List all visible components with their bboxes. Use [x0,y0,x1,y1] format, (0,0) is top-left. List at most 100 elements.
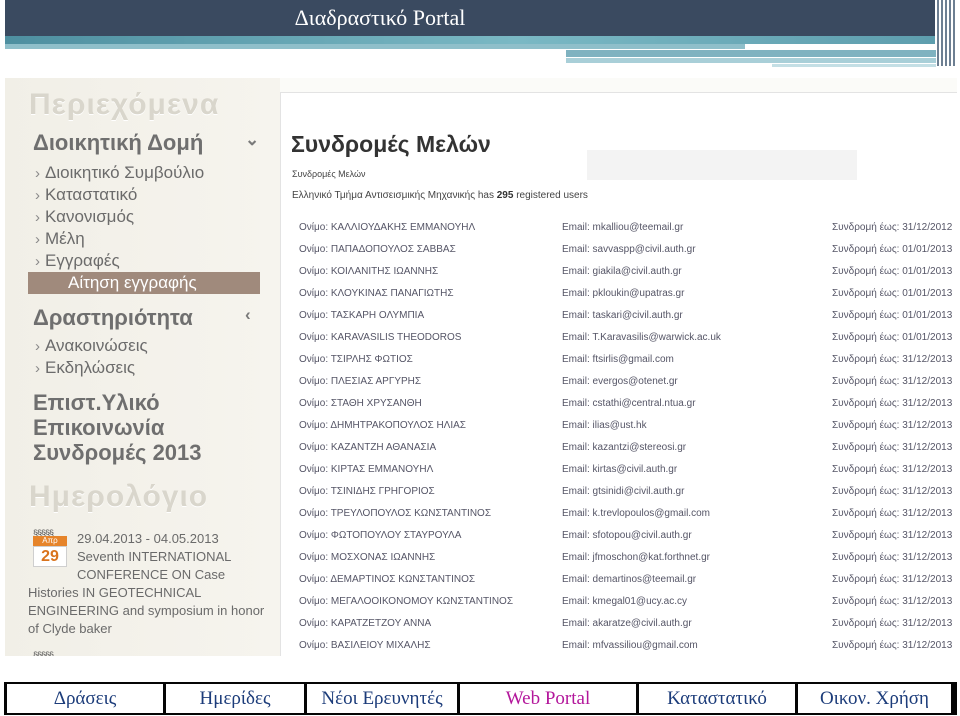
chevron-right-icon: › [35,165,40,182]
list-item: Ονίμο: ΔΗΜΗΤΡΑΚΟΠΟΥΛΟΣ ΗΛΙΑΣ Email: ilias… [299,419,953,441]
sidebar-item-registrations[interactable]: › Εγγραφές [35,251,120,271]
member-email[interactable]: Email: demartinos@teemail.gr [562,573,696,587]
list-item: Ονίμο: ΒΑΣΙΛΕΙΟΥ ΜΙΧΑΛΗΣ Email: mfvassili… [299,639,953,656]
list-item: Ονίμο: ΜΟΣΧΟΝΑΣ ΙΩΑΝΝΗΣ Email: jfmoschon@… [299,551,953,573]
member-email[interactable]: Email: gtsinidi@civil.auth.gr [562,485,684,499]
member-email[interactable]: Email: giakila@civil.auth.gr [562,265,682,279]
member-subscription: Συνδρομή έως: 31/12/2013 [832,552,953,563]
sidebar-section-subscriptions[interactable]: Συνδρομές 2013 [33,440,202,466]
nav-tab-web-portal[interactable]: Web Portal [460,684,636,713]
nav-tab-young-researchers[interactable]: Νέοι Ερευνητές [307,684,457,713]
slide-header: Διαδραστικό Portal [0,0,960,70]
member-email[interactable]: Email: taskari@civil.auth.gr [562,309,683,323]
member-subscription: Συνδρομή έως: 31/12/2013 [832,618,953,629]
member-name: Ονίμο: ΠΛΕΣΙΑΣ ΑΡΓΥΡΗΣ [299,376,422,387]
member-name: Ονίμο: ΚΑΡΑΤΖΕΤΖΟΥ ΑΝΝΑ [299,618,432,629]
sidebar-item-application-active[interactable]: Αίτηση εγγραφής [28,272,260,294]
sidebar-item-statute[interactable]: › Καταστατικό [35,185,137,205]
member-subscription: Συνδρομή έως: 31/12/2013 [832,596,953,607]
event-text[interactable]: CONFERENCE ON Case [77,567,225,582]
member-email[interactable]: Email: ilias@ust.hk [562,419,647,433]
sidebar-section-communication[interactable]: Επικοινωνία [33,415,164,441]
sidebar-item-label: Εγγραφές [45,251,120,270]
contents-heading: Περιεχόμενα [29,88,220,121]
chevron-left-icon: ‹ [245,305,251,324]
member-email[interactable]: Email: evergos@otenet.gr [562,375,678,389]
chevron-down-icon: ⌄ [245,130,260,149]
member-subscription: Συνδρομή έως: 31/12/2013 [832,376,953,387]
member-subscription: Συνδρομή έως: 31/12/2013 [832,420,953,431]
sidebar-item-label: Εκδηλώσεις [45,358,136,377]
main-content: Συνδρομές Μελών Συνδρομές Μελών Ελληνικό… [280,92,957,656]
sidebar-section-label: Διοικητική Δομή [33,130,204,155]
sidebar-item-members[interactable]: › Μέλη [35,229,85,249]
header-stripe [5,36,935,44]
member-subscription: Συνδρομή έως: 31/12/2013 [832,640,953,651]
list-item: Ονίμο: ΠΛΕΣΙΑΣ ΑΡΓΥΡΗΣ Email: evergos@ote… [299,375,953,397]
member-email[interactable]: Email: sfotopou@civil.auth.gr [562,529,692,543]
member-email[interactable]: Email: kirtas@civil.auth.gr [562,463,677,477]
member-email[interactable]: Email: kmegal01@ucy.ac.cy [562,595,687,609]
search-box[interactable] [587,150,857,180]
list-item: Ονίμο: ΤΣΙΡΛΗΣ ΦΩΤΙΟΣ Email: ftsirlis@gma… [299,353,953,375]
member-subscription: Συνδρομή έως: 31/12/2013 [832,354,953,365]
member-name: Ονίμο: ΠΑΠΑΔΟΠΟΥΛΟΣ ΣΑΒΒΑΣ [299,244,456,255]
member-name: Ονίμο: KARAVASILIS THEODOROS [299,332,462,343]
list-item: Ονίμο: KARAVASILIS THEODOROS Email: T.Kar… [299,331,952,353]
nav-tab-workshops[interactable]: Ημερίδες [166,684,304,713]
chevron-right-icon: › [35,231,40,248]
event-text[interactable]: Seventh INTERNATIONAL [77,549,231,564]
member-email[interactable]: Email: pkloukin@upatras.gr [562,287,684,301]
member-email[interactable]: Email: mfvassiliou@gmail.com [562,639,698,653]
sidebar-item-label: Κανονισμός [45,207,135,226]
event-text[interactable]: Histories IN GEOTECHNICAL [28,585,201,600]
member-email[interactable]: Email: cstathi@central.ntua.gr [562,397,696,411]
member-name: Ονίμο: ΣΤΑΘΗ ΧΡΥΣΑΝΘΗ [299,398,422,409]
list-item: Ονίμο: ΤΡΕΥΛΟΠΟΥΛΟΣ ΚΩΝΣΤΑΝΤΙΝΟΣ Email: k… [299,507,952,529]
event-text[interactable]: ENGINEERING and symposium in honor [28,603,264,618]
member-name: Ονίμο: ΤΑΣΚΑΡΗ ΟΛΥΜΠΙΑ [299,310,425,321]
event-text[interactable]: of Clyde baker [28,621,112,636]
member-email[interactable]: Email: k.trevlopoulos@gmail.com [562,507,710,521]
member-email[interactable]: Email: ftsirlis@gmail.com [562,353,674,367]
member-name: Ονίμο: ΦΩΤΟΠΟΥΛΟΥ ΣΤΑΥΡΟΥΛΑ [299,530,462,541]
member-email[interactable]: Email: savvaspp@civil.auth.gr [562,243,696,257]
sidebar-item-regulation[interactable]: › Κανονισμός [35,207,134,227]
sidebar-item-label: Διοικητικό Συμβούλιο [45,163,205,182]
member-name: Ονίμο: ΚΑΖΑΝΤΖΗ ΑΘΑΝΑΣΙΑ [299,442,437,453]
member-email[interactable]: Email: kazantzi@stereosi.gr [562,441,686,455]
nav-tab-statute[interactable]: Καταστατικό [639,684,795,713]
sidebar-item-announcements[interactable]: › Ανακοινώσεις [35,336,148,356]
calendar-month: Απρ [33,536,67,546]
member-email[interactable]: Email: mkalliou@teemail.gr [562,221,683,235]
sidebar-item-board[interactable]: › Διοικητικό Συμβούλιο [35,163,204,183]
member-email[interactable]: Email: akaratze@civil.auth.gr [562,617,692,631]
nav-tab-actions[interactable]: Δράσεις [7,684,163,713]
list-item: Ονίμο: ΚΙΡΤΑΣ ΕΜΜΑΝΟΥΗΛ Email: kirtas@civ… [299,463,953,485]
member-name: Ονίμο: ΚΙΡΤΑΣ ΕΜΜΑΝΟΥΗΛ [299,464,434,475]
member-email[interactable]: Email: T.Karavasilis@warwick.ac.uk [562,331,721,345]
member-email[interactable]: Email: jfmoschon@kat.forthnet.gr [562,551,710,565]
event-date[interactable]: 29.04.2013 - 04.05.2013 [77,531,219,546]
breadcrumb[interactable]: Συνδρομές Μελών [292,169,366,179]
list-item: Ονίμο: ΣΤΑΘΗ ΧΡΥΣΑΝΘΗ Email: cstathi@cent… [299,397,952,419]
member-name: Ονίμο: ΔΗΜΗΤΡΑΚΟΠΟΥΛΟΣ ΗΛΙΑΣ [299,420,466,431]
sidebar-section-activity[interactable]: Δραστηριότητα ‹ [33,305,251,331]
sidebar-section-admin[interactable]: Διοικητική Δομή ⌄ [33,130,259,156]
sidebar-item-label: Μέλη [45,229,85,248]
member-subscription: Συνδρομή έως: 31/12/2013 [832,530,953,541]
member-name: Ονίμο: ΚΑΛΛΙΟΥΔΑΚΗΣ ΕΜΜΑΝΟΥΗΛ [299,222,476,233]
list-item: Ονίμο: ΤΑΣΚΑΡΗ ΟΛΥΜΠΙΑ Email: taskari@civ… [299,309,952,331]
nav-tab-financial-year[interactable]: Οικον. Χρήση [798,684,951,713]
sidebar-item-events[interactable]: › Εκδηλώσεις [35,358,135,378]
list-item: Ονίμο: ΠΑΠΑΔΟΠΟΥΛΟΣ ΣΑΒΒΑΣ Email: savvasp… [299,243,952,265]
calendar-day: 29 [33,546,67,567]
member-name: Ονίμο: ΔΕΜΑΡΤΙΝΟΣ ΚΩΝΣΤΑΝΤΙΝΟΣ [299,574,476,585]
sidebar-section-material[interactable]: Επιστ.Υλικό [33,390,160,416]
chevron-right-icon: › [35,187,40,204]
list-item: Ονίμο: ΚΑΛΛΙΟΥΔΑΚΗΣ ΕΜΜΑΝΟΥΗΛ Email: mkal… [299,221,952,243]
member-name: Ονίμο: ΚΛΟΥΚΙΝΑΣ ΠΑΝΑΓΙΩΤΗΣ [299,288,454,299]
list-item: Ονίμο: ΦΩΤΟΠΟΥΛΟΥ ΣΤΑΥΡΟΥΛΑ Email: sfotop… [299,529,953,551]
page-title: Συνδρομές Μελών [291,131,491,157]
member-subscription: Συνδρομή έως: 31/12/2013 [832,464,953,475]
